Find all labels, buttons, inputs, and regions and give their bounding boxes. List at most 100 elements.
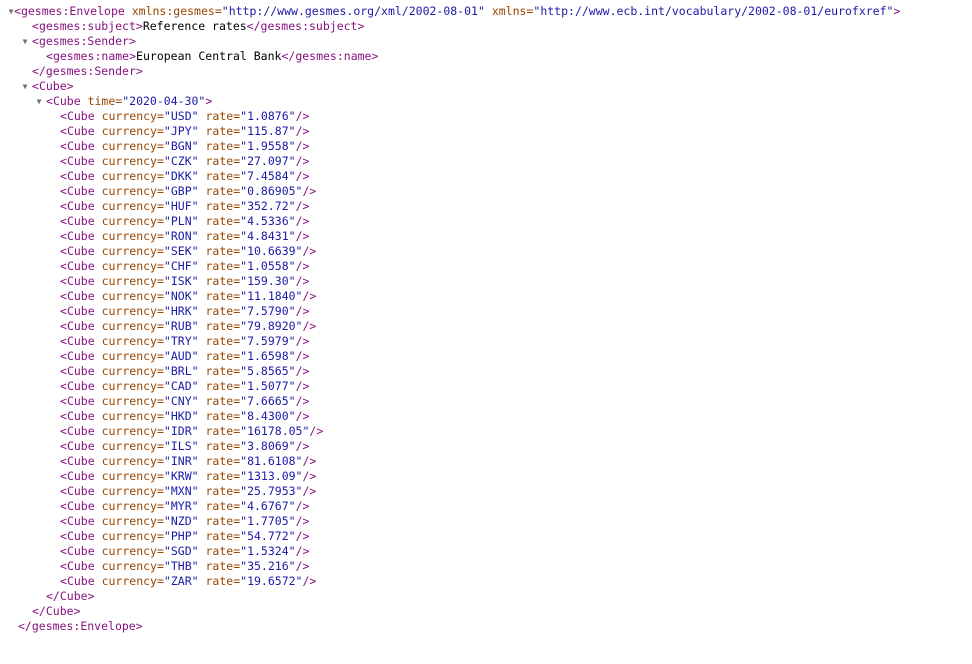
rate-value: 16178.05	[247, 424, 303, 438]
rate-value: 1.6598	[247, 349, 289, 363]
rate-cube-tag: Cube	[66, 394, 95, 408]
time-cube-tag: Cube	[52, 94, 81, 108]
rate-value: 1.0876	[247, 109, 289, 123]
currency-attr-name: currency	[101, 199, 157, 213]
rate-cube-tag: Cube	[66, 319, 95, 333]
rate-row: <Cube currency="HRK" rate="7.5790"/>	[60, 304, 310, 318]
rate-cube-tag: Cube	[66, 529, 95, 543]
rate-cube-tag: Cube	[66, 379, 95, 393]
rate-attr-name: rate	[205, 169, 234, 183]
currency-code: PHP	[170, 529, 192, 543]
currency-attr-name: currency	[101, 379, 157, 393]
rate-row: <Cube currency="NZD" rate="1.7705"/>	[60, 514, 310, 528]
currency-attr-name: currency	[101, 529, 157, 543]
collapse-arrow-icon[interactable]: ▼	[20, 34, 30, 49]
rate-row: <Cube currency="RON" rate="4.8431"/>	[60, 229, 310, 243]
rate-row: <Cube currency="KRW" rate="1313.09"/>	[60, 469, 317, 483]
currency-attr-name: currency	[101, 394, 157, 408]
currency-code: BGN	[170, 139, 192, 153]
xml-line-cube-open: ▼ <Cube>	[0, 79, 972, 94]
rate-cube-tag: Cube	[66, 574, 95, 588]
time-attr-value: 2020-04-30	[129, 94, 199, 108]
xml-line-sender-close: </gesmes:Sender>	[32, 64, 143, 78]
envelope-attr-name: xmlns:gesmes	[131, 4, 215, 18]
collapse-arrow-icon[interactable]: ▼	[20, 79, 30, 94]
sender-tag: gesmes:Sender	[38, 34, 129, 48]
currency-attr-name: currency	[101, 409, 157, 423]
currency-attr-name: currency	[101, 349, 157, 363]
currency-attr-name: currency	[101, 499, 157, 513]
rate-row: <Cube currency="CAD" rate="1.5077"/>	[60, 379, 310, 393]
currency-code: KRW	[170, 469, 192, 483]
xml-line-time-cube-open: ▼ <Cube time="2020-04-30">	[0, 94, 972, 109]
currency-attr-name: currency	[101, 364, 157, 378]
rate-attr-name: rate	[205, 319, 234, 333]
currency-code: SGD	[170, 544, 192, 558]
currency-code: PLN	[170, 214, 192, 228]
currency-code: CHF	[170, 259, 192, 273]
currency-attr-name: currency	[101, 514, 157, 528]
rate-row: <Cube currency="BGN" rate="1.9558"/>	[60, 139, 310, 153]
rate-attr-name: rate	[205, 559, 234, 573]
rate-attr-name: rate	[205, 334, 234, 348]
currency-code: USD	[170, 109, 192, 123]
currency-attr-name: currency	[101, 544, 157, 558]
rate-row: <Cube currency="JPY" rate="115.87"/>	[60, 124, 310, 138]
rate-value: 5.8565	[247, 364, 289, 378]
rate-attr-name: rate	[205, 409, 234, 423]
rate-cube-tag: Cube	[66, 349, 95, 363]
rate-attr-name: rate	[205, 364, 234, 378]
rate-row: <Cube currency="RUB" rate="79.8920"/>	[60, 319, 317, 333]
currency-attr-name: currency	[101, 274, 157, 288]
rate-value: 4.8431	[247, 229, 289, 243]
rate-value: 27.097	[247, 154, 289, 168]
rate-attr-name: rate	[205, 529, 234, 543]
rate-row: <Cube currency="NOK" rate="11.1840"/>	[60, 289, 317, 303]
envelope-attr-value: http://www.gesmes.org/xml/2002-08-01	[228, 4, 478, 18]
rate-value: 1.0558	[247, 259, 289, 273]
rate-attr-name: rate	[205, 289, 234, 303]
name-close-tag: gesmes:name	[295, 49, 372, 63]
currency-code: NZD	[170, 514, 192, 528]
currency-code: TRY	[170, 334, 192, 348]
name-tag: gesmes:name	[52, 49, 130, 63]
xml-line-envelope-close: </gesmes:Envelope>	[18, 619, 143, 633]
rate-attr-name: rate	[205, 379, 234, 393]
currency-code: RON	[170, 229, 192, 243]
currency-attr-name: currency	[101, 139, 157, 153]
currency-attr-name: currency	[101, 244, 157, 258]
collapse-arrow-icon[interactable]: ▼	[34, 94, 44, 109]
rate-cube-tag: Cube	[66, 124, 95, 138]
rate-attr-name: rate	[205, 349, 234, 363]
currency-attr-name: currency	[101, 469, 157, 483]
rate-cube-tag: Cube	[66, 499, 95, 513]
rate-value: 0.86905	[247, 184, 296, 198]
currency-code: HUF	[170, 199, 192, 213]
rate-cube-tag: Cube	[66, 409, 95, 423]
currency-attr-name: currency	[101, 109, 157, 123]
currency-code: CNY	[170, 394, 192, 408]
rate-attr-name: rate	[205, 229, 234, 243]
rate-value: 1313.09	[247, 469, 296, 483]
rate-cube-tag: Cube	[66, 289, 95, 303]
rate-cube-tag: Cube	[66, 184, 95, 198]
currency-code: MYR	[170, 499, 192, 513]
currency-code: HRK	[170, 304, 192, 318]
rate-value: 1.7705	[247, 514, 289, 528]
rate-attr-name: rate	[205, 544, 234, 558]
rate-row: <Cube currency="SGD" rate="1.5324"/>	[60, 544, 310, 558]
currency-attr-name: currency	[101, 124, 157, 138]
currency-attr-name: currency	[101, 259, 157, 273]
rate-value: 81.6108	[247, 454, 296, 468]
rate-attr-name: rate	[205, 469, 234, 483]
rate-attr-name: rate	[205, 124, 234, 138]
rate-cube-tag: Cube	[66, 439, 95, 453]
currency-attr-name: currency	[101, 304, 157, 318]
rate-cube-tag: Cube	[66, 304, 95, 318]
rate-cube-tag: Cube	[66, 214, 95, 228]
cube-close-tag: Cube	[45, 604, 74, 618]
rate-cube-tag: Cube	[66, 139, 95, 153]
subject-tag: gesmes:subject	[38, 19, 136, 33]
currency-attr-name: currency	[101, 574, 157, 588]
envelope-tag: gesmes:Envelope	[20, 4, 125, 18]
